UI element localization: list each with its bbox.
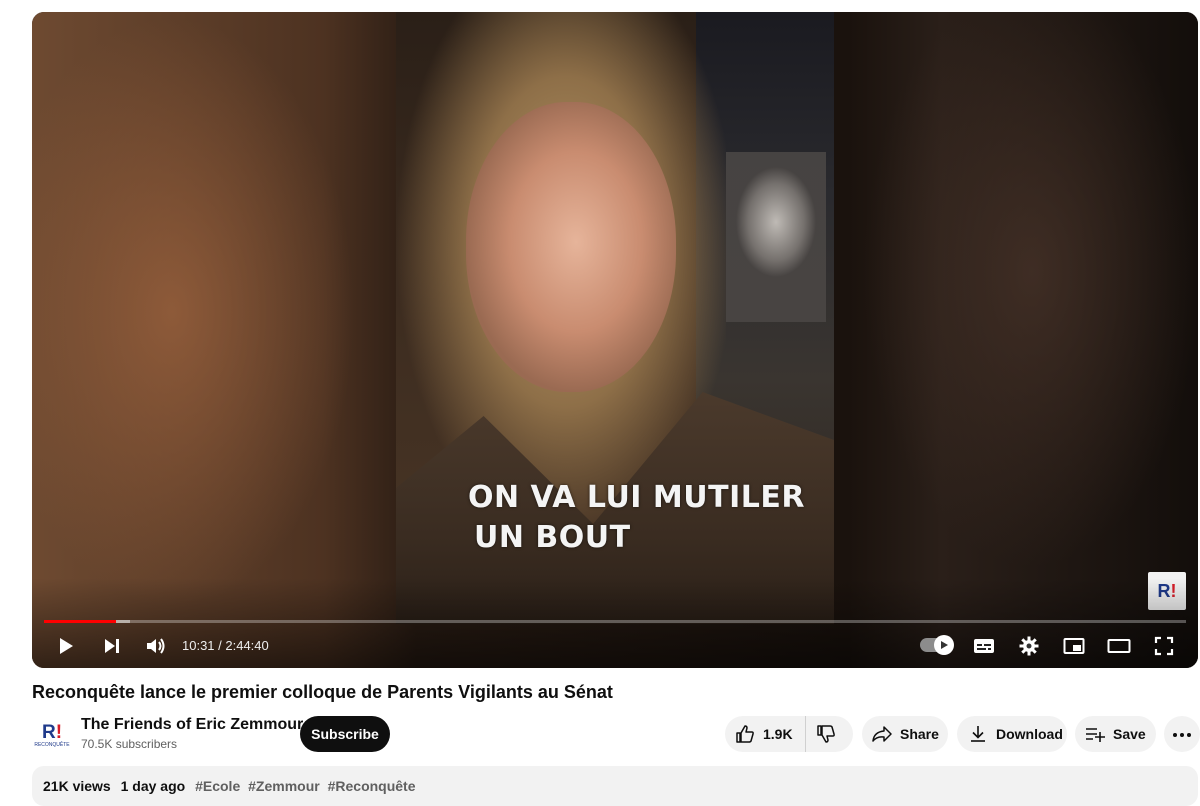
theater-icon [1107, 637, 1131, 655]
subscribe-button[interactable]: Subscribe [300, 716, 390, 752]
subscriber-count: 70.5K subscribers [81, 737, 178, 751]
video-caption-line2: UN BOUT [474, 520, 631, 555]
progress-played [44, 620, 116, 623]
next-button[interactable] [98, 632, 126, 660]
miniplayer-button[interactable] [1060, 632, 1088, 660]
playlist-add-icon [1085, 724, 1105, 744]
video-player[interactable]: ON VA LUI MUTILER UN BOUT R! 10:31 / 2:4… [32, 12, 1198, 668]
video-title: Reconquête lance le premier colloque de … [32, 682, 613, 702]
subtitles-button[interactable] [970, 632, 998, 660]
description-meta: 21K views 1 day ago #Ecole #Zemmour #Rec… [43, 778, 420, 794]
hashtag-link[interactable]: #Ecole [195, 778, 240, 794]
play-icon [56, 636, 76, 656]
autoplay-toggle-icon [934, 635, 954, 655]
volume-icon [145, 636, 167, 656]
share-icon [872, 724, 892, 744]
dislike-button[interactable] [806, 716, 846, 752]
settings-button[interactable] [1015, 632, 1043, 660]
save-button[interactable]: Save [1075, 716, 1156, 752]
avatar-logo: R! [41, 722, 63, 743]
share-button[interactable]: Share [862, 716, 948, 752]
video-caption-line1: ON VA LUI MUTILER [468, 480, 805, 515]
next-icon [102, 636, 122, 656]
hashtag-link[interactable]: #Reconquête [328, 778, 416, 794]
more-actions-button[interactable] [1164, 716, 1200, 752]
time-display: 10:31 / 2:44:40 [182, 638, 269, 653]
save-label: Save [1113, 726, 1146, 742]
volume-button[interactable] [142, 632, 170, 660]
theater-button[interactable] [1105, 632, 1133, 660]
more-horizontal-icon [1172, 725, 1192, 743]
view-count: 21K views [43, 778, 111, 794]
like-button[interactable]: 1.9K [725, 716, 806, 752]
download-button[interactable]: Download [957, 716, 1067, 752]
thumbs-down-icon [816, 724, 836, 744]
avatar[interactable]: R! RECONQUÊTE [32, 716, 72, 756]
channel-name[interactable]: The Friends of Eric Zemmour [81, 716, 303, 734]
download-icon [968, 724, 988, 744]
download-label: Download [996, 726, 1063, 742]
share-label: Share [900, 726, 939, 742]
fullscreen-icon [1154, 636, 1174, 656]
video-caption: ON VA LUI MUTILER UN BOUT [468, 478, 828, 558]
autoplay-toggle[interactable] [920, 635, 954, 655]
hashtag-link[interactable]: #Zemmour [248, 778, 320, 794]
settings-icon [1019, 636, 1039, 656]
play-button[interactable] [52, 632, 80, 660]
fullscreen-button[interactable] [1150, 632, 1178, 660]
miniplayer-icon [1063, 637, 1085, 655]
frame-person-face [466, 102, 676, 392]
avatar-logo-text: RECONQUÊTE [34, 742, 70, 748]
thumbs-up-icon [735, 724, 755, 744]
upload-date: 1 day ago [120, 778, 186, 794]
like-dislike-group: 1.9K [725, 716, 853, 752]
subtitles-icon [973, 637, 995, 655]
progress-bar[interactable] [44, 620, 1186, 623]
like-count: 1.9K [763, 726, 793, 742]
frame-portrait-photo [726, 152, 826, 322]
